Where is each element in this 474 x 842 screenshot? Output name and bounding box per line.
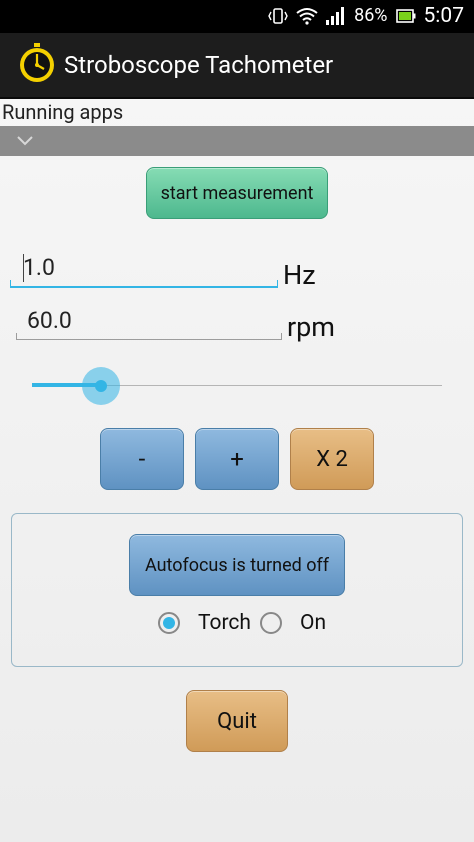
quit-button[interactable]: Quit: [186, 690, 288, 752]
slider-thumb[interactable]: [81, 367, 120, 405]
battery-icon: [395, 9, 415, 23]
autofocus-label: Autofocus is turned off: [144, 554, 330, 576]
quit-label: Quit: [217, 708, 257, 734]
frequency-value: 1.0: [23, 254, 55, 281]
signal-icon: [326, 7, 345, 25]
clock: 5:07: [423, 4, 465, 28]
rpm-value: 60.0: [27, 307, 72, 334]
decrement-button[interactable]: -: [100, 428, 184, 490]
rpm-input[interactable]: 60.0: [16, 302, 282, 340]
increment-label: +: [230, 445, 244, 473]
status-icons: 86% 5:07: [268, 5, 464, 27]
double-label: X 2: [316, 446, 348, 472]
stopwatch-icon[interactable]: [16, 42, 58, 84]
running-apps-label: Running apps: [2, 100, 124, 124]
increment-button[interactable]: +: [195, 428, 279, 490]
on-radio[interactable]: [260, 612, 282, 634]
start-measurement-button[interactable]: start measurement: [146, 167, 328, 219]
frequency-unit: Hz: [283, 259, 316, 291]
torch-radio[interactable]: [158, 612, 180, 634]
vibrate-icon: [268, 8, 288, 24]
action-bar: Stroboscope Tachometer: [0, 33, 474, 99]
decrement-label: -: [138, 445, 146, 473]
start-measurement-label: start measurement: [160, 182, 314, 204]
status-bar: 86% 5:07: [0, 0, 474, 33]
app-title: Stroboscope Tachometer: [64, 51, 334, 79]
frequency-slider[interactable]: [32, 366, 442, 406]
camera-settings-panel: Autofocus is turned off Torch On: [11, 513, 463, 667]
wifi-icon: [296, 8, 318, 25]
battery-percent: 86%: [354, 5, 388, 26]
double-button[interactable]: X 2: [290, 428, 374, 490]
torch-label: Torch: [198, 611, 251, 635]
running-apps-toggle[interactable]: [0, 126, 474, 156]
on-label: On: [300, 611, 327, 635]
frequency-underline: [10, 286, 278, 288]
frequency-input[interactable]: 1.0: [10, 248, 278, 288]
rpm-unit: rpm: [287, 311, 335, 343]
autofocus-button[interactable]: Autofocus is turned off: [129, 534, 345, 596]
chevron-down-icon: [17, 136, 33, 146]
